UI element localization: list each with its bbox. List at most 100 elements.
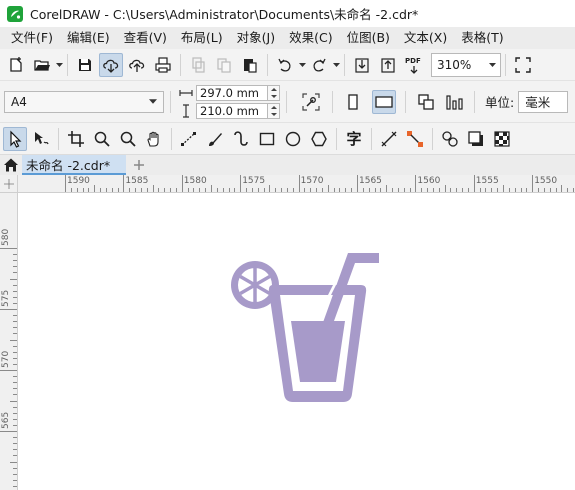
ruler-origin-icon xyxy=(4,179,14,189)
ruler-minor-tick xyxy=(100,188,102,192)
ruler-minor-tick xyxy=(374,188,376,192)
full-screen-preview-button[interactable] xyxy=(511,53,535,77)
page-height-spinner[interactable] xyxy=(268,102,280,119)
artistic-media-button[interactable] xyxy=(203,127,227,151)
ellipse-tool-button[interactable] xyxy=(281,127,305,151)
transparency-tool-button[interactable] xyxy=(490,127,514,151)
copy-button[interactable] xyxy=(212,53,236,77)
zoom-out-button[interactable] xyxy=(116,127,140,151)
ruler-major-tick xyxy=(240,175,242,192)
open-dropdown[interactable] xyxy=(55,53,63,77)
title-bar: CorelDRAW - C:\Users\Administrator\Docum… xyxy=(0,0,575,27)
rectangle-tool-button[interactable] xyxy=(255,127,279,151)
zoom-tool-button[interactable] xyxy=(90,127,114,151)
chevron-down-icon xyxy=(332,62,340,67)
freehand-tool-button[interactable] xyxy=(177,127,201,151)
drop-shadow-button[interactable] xyxy=(464,127,488,151)
zoom-level-combo[interactable]: 310% xyxy=(431,52,501,77)
ruler-minor-tick xyxy=(450,188,452,192)
cloud-upload-button[interactable] xyxy=(125,53,149,77)
ruler-minor-tick xyxy=(193,188,195,192)
toolbar-separator xyxy=(432,127,433,150)
page-height-input[interactable]: 210.0 mm xyxy=(196,102,268,119)
redo-dropdown[interactable] xyxy=(332,53,340,77)
menu-view[interactable]: 查看(V) xyxy=(117,27,174,49)
cut-button[interactable] xyxy=(186,53,210,77)
ruler-major-tick xyxy=(532,175,534,192)
ruler-minor-tick xyxy=(281,188,283,192)
zoom-dropdown-arrow[interactable] xyxy=(484,54,500,76)
ruler-minor-tick xyxy=(497,188,499,192)
undo-button[interactable] xyxy=(273,53,297,77)
crop-tool-button[interactable] xyxy=(64,127,88,151)
new-document-button[interactable] xyxy=(4,53,28,77)
ruler-minor-tick xyxy=(13,473,17,475)
current-page-icon xyxy=(446,94,463,110)
polygon-tool-button[interactable] xyxy=(307,127,331,151)
cup-liquid[interactable] xyxy=(291,321,345,382)
export-button[interactable] xyxy=(376,53,400,77)
current-page-button[interactable] xyxy=(443,90,467,114)
menu-layout[interactable]: 布局(L) xyxy=(174,27,230,49)
dimension-tool-button[interactable] xyxy=(377,127,401,151)
ruler-major-tick xyxy=(298,175,300,192)
new-tab-button[interactable] xyxy=(130,156,148,174)
print-button[interactable] xyxy=(151,53,175,77)
chevron-down-icon xyxy=(149,99,157,104)
portrait-button[interactable] xyxy=(341,90,365,114)
paper-size-select[interactable]: A4 xyxy=(4,90,164,113)
vertical-ruler[interactable]: 580 575 570 565 xyxy=(0,193,18,490)
redo-button[interactable] xyxy=(307,53,331,77)
zoom-level-value[interactable]: 310% xyxy=(432,58,484,72)
pan-tool-button[interactable] xyxy=(142,127,166,151)
open-button[interactable] xyxy=(30,53,54,77)
drink-cup-with-straw-and-lemon-icon[interactable] xyxy=(224,246,384,406)
tab-document[interactable]: 未命名 -2.cdr* xyxy=(22,155,126,175)
toolbar-separator xyxy=(58,127,59,150)
menu-text[interactable]: 文本(X) xyxy=(397,27,454,49)
shape-tool-button[interactable] xyxy=(29,127,53,151)
drawing-canvas[interactable] xyxy=(19,194,575,490)
blend-tool-button[interactable] xyxy=(438,127,462,151)
drop-shadow-icon xyxy=(468,130,483,146)
menu-effects[interactable]: 效果(C) xyxy=(282,27,339,49)
menu-file[interactable]: 文件(F) xyxy=(4,27,60,49)
pick-tool-button[interactable] xyxy=(3,126,27,151)
page-width-spinner[interactable] xyxy=(268,84,280,101)
menu-edit[interactable]: 编辑(E) xyxy=(60,27,117,49)
home-tab-button[interactable] xyxy=(2,156,20,174)
paste-button[interactable] xyxy=(238,53,262,77)
cloud-download-button[interactable] xyxy=(99,52,123,77)
landscape-button[interactable] xyxy=(372,89,396,114)
unit-select[interactable]: 毫米 xyxy=(518,90,569,113)
ruler-minor-tick xyxy=(158,188,160,192)
print-icon xyxy=(155,56,171,73)
full-screen-icon xyxy=(515,56,531,73)
smart-drawing-button[interactable] xyxy=(229,127,253,151)
ruler-minor-tick xyxy=(187,188,189,192)
menu-bitmaps[interactable]: 位图(B) xyxy=(340,27,397,49)
all-pages-button[interactable] xyxy=(414,90,438,114)
page-settings-button[interactable] xyxy=(299,90,323,114)
import-button[interactable] xyxy=(350,53,374,77)
publish-pdf-button[interactable]: PDF xyxy=(402,53,426,77)
text-tool-icon: 字 xyxy=(346,129,362,148)
chevron-down-icon xyxy=(488,62,496,67)
horizontal-ruler[interactable]: 1590 1585 1580 1575 1570 1565 1560 1555 1550 xyxy=(18,175,575,193)
ruler-minor-tick xyxy=(251,188,253,192)
ruler-minor-tick xyxy=(13,467,17,469)
ruler-minor-tick xyxy=(345,188,347,192)
menu-table[interactable]: 表格(T) xyxy=(454,27,510,49)
ruler-minor-tick xyxy=(13,327,17,329)
ruler-origin[interactable] xyxy=(0,175,18,193)
ruler-major-tick xyxy=(181,175,183,192)
connector-tool-button[interactable] xyxy=(403,127,427,151)
undo-dropdown[interactable] xyxy=(298,53,306,77)
ruler-minor-tick xyxy=(175,188,177,192)
page-width-input[interactable]: 297.0 mm xyxy=(196,84,268,101)
text-tool-button[interactable]: 字 xyxy=(342,127,366,151)
polygon-tool-icon xyxy=(311,131,327,146)
menu-object[interactable]: 对象(J) xyxy=(230,27,282,49)
save-button[interactable] xyxy=(73,53,97,77)
connector-tool-icon xyxy=(407,130,423,147)
